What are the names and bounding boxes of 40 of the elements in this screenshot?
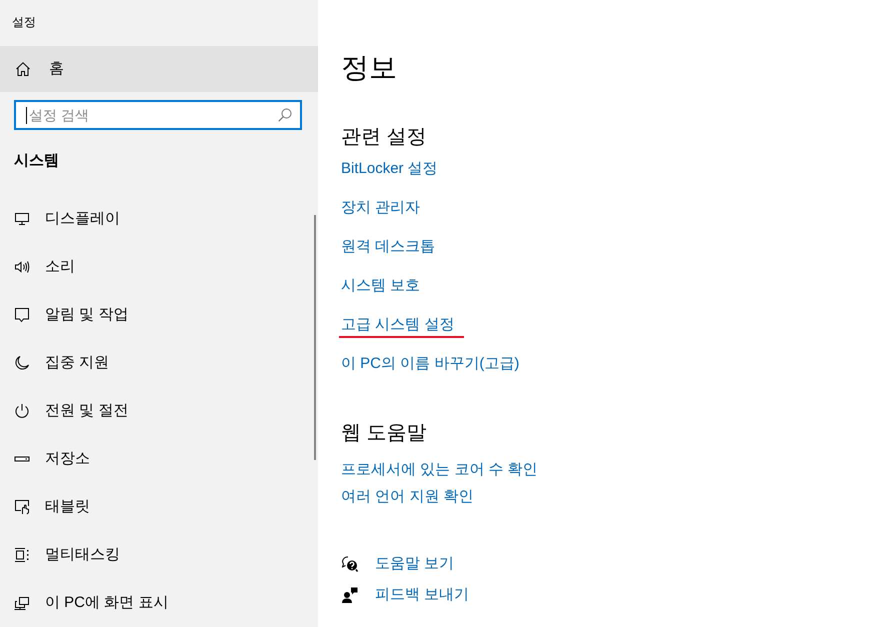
nav-item[interactable]: 저장소: [0, 435, 318, 483]
home-nav-item[interactable]: 홈: [0, 46, 318, 92]
search-field[interactable]: 설정 검색: [14, 100, 302, 130]
section-heading: 시스템: [14, 151, 59, 171]
text-cursor-icon: [26, 107, 27, 124]
screens-icon: [14, 595, 30, 611]
nav-item[interactable]: 알림 및 작업: [0, 291, 318, 339]
settings-link[interactable]: 프로세서에 있는 코어 수 확인: [341, 460, 538, 480]
power-icon: [14, 403, 30, 419]
settings-link[interactable]: 시스템 보호: [341, 276, 420, 296]
nav-item[interactable]: 디스플레이: [0, 195, 318, 243]
speech-bubble-icon: [14, 307, 30, 323]
section-heading: 관련 설정: [341, 125, 427, 150]
search-icon[interactable]: [278, 108, 292, 122]
monitor-icon: [14, 211, 30, 227]
nav-item[interactable]: 태블릿: [0, 483, 318, 531]
settings-link[interactable]: BitLocker 설정: [341, 159, 438, 179]
window-dots-icon: [14, 547, 30, 563]
page-title: 정보: [341, 51, 397, 85]
nav-item[interactable]: 전원 및 절전: [0, 387, 318, 435]
nav-item[interactable]: 멀티태스킹: [0, 531, 318, 579]
help-link[interactable]: 피드백 보내기: [375, 585, 470, 605]
speaker-icon: [14, 259, 30, 275]
help-link[interactable]: 도움말 보기: [375, 554, 454, 574]
settings-link[interactable]: 장치 관리자: [341, 198, 420, 218]
window-title: 설정: [12, 15, 36, 29]
nav-item[interactable]: 집중 지원: [0, 339, 318, 387]
section-heading: 웹 도움말: [341, 421, 427, 446]
person-bubble-icon: [342, 587, 358, 603]
home-icon: [16, 62, 30, 76]
settings-link[interactable]: 원격 데스크톱: [341, 237, 436, 257]
nav-item[interactable]: 이 PC에 화면 표시: [0, 579, 318, 627]
underlined-settings-link[interactable]: 고급 시스템 설정: [339, 315, 464, 338]
nav-item[interactable]: 소리: [0, 243, 318, 291]
settings-link[interactable]: 이 PC의 이름 바꾸기(고급): [341, 354, 520, 374]
moon-icon: [14, 355, 30, 371]
question-bubbles-icon: [342, 556, 358, 572]
tablet-hand-icon: [14, 499, 30, 515]
scrollbar-thumb[interactable]: [314, 215, 316, 460]
settings-link[interactable]: 여러 언어 지원 확인: [341, 487, 474, 507]
